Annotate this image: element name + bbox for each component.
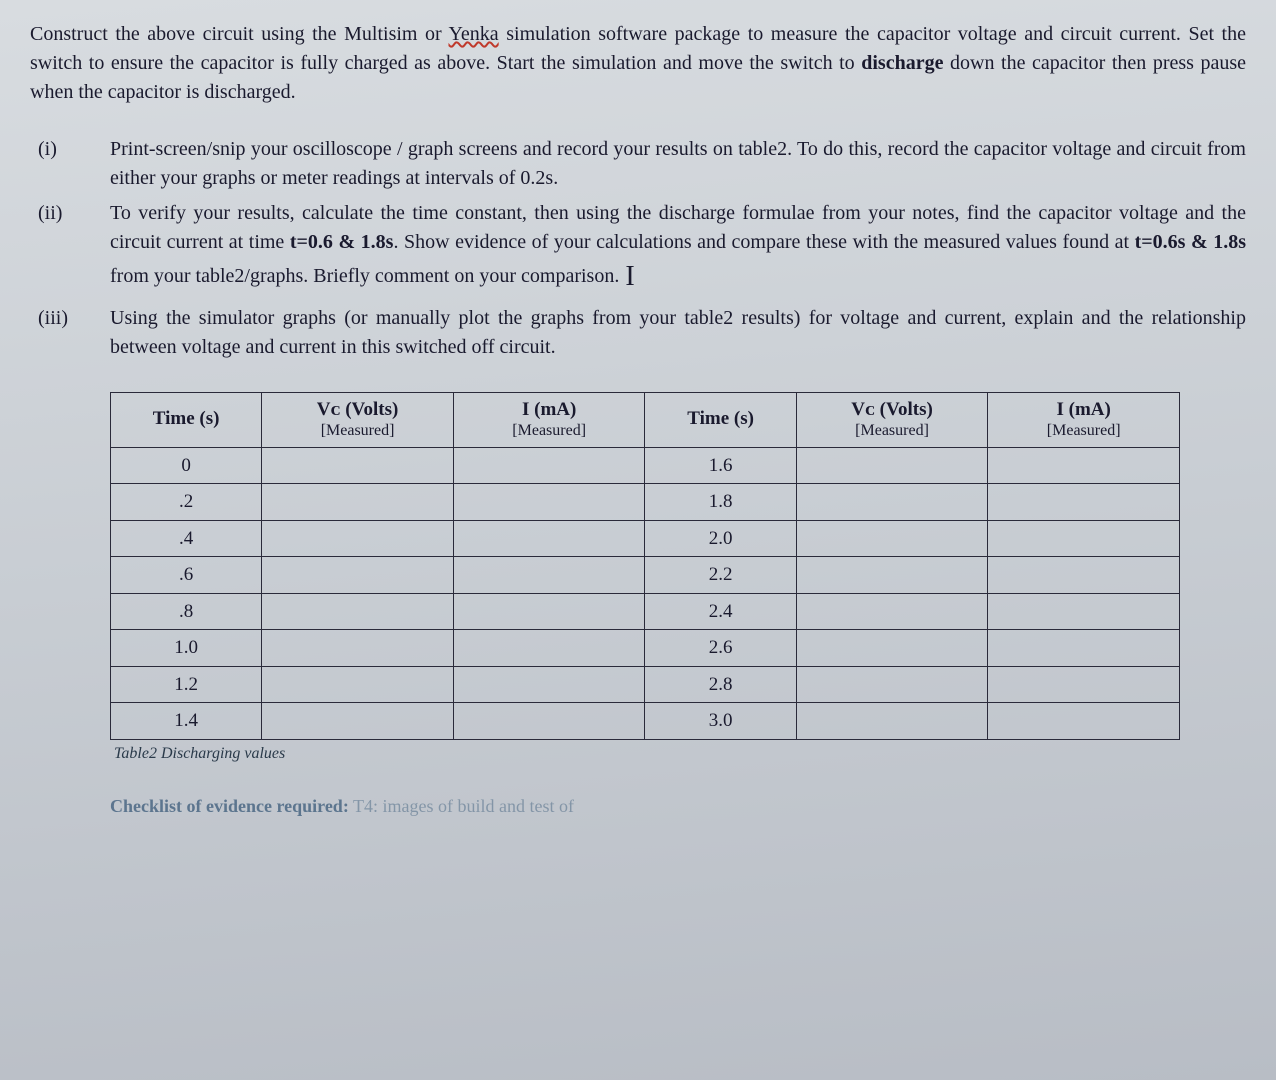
yenka-keyword: Yenka (448, 23, 498, 45)
cell-time: 1.6 (645, 447, 796, 484)
table-caption: Table2 Discharging values (114, 742, 1246, 765)
cell-i (988, 703, 1180, 740)
table-row: 1.4 3.0 (111, 703, 1180, 740)
text-cursor-icon: I (625, 257, 634, 298)
cell-i (453, 630, 645, 667)
cell-time: 0 (111, 447, 262, 484)
cell-time: 1.0 (111, 630, 262, 667)
cell-i (988, 520, 1180, 557)
list-content: Print-screen/snip your oscilloscope / gr… (110, 135, 1246, 193)
cell-vc (262, 593, 454, 630)
cell-i (988, 593, 1180, 630)
cell-i (453, 666, 645, 703)
list-marker: (i) (38, 135, 110, 193)
cell-vc (262, 557, 454, 594)
discharging-table: Time (s) Vᴄ (Volts)[Measured] I (mA)[Mea… (110, 392, 1180, 740)
bold-time-2: t=0.6s & 1.8s (1135, 231, 1246, 253)
cell-vc (796, 484, 988, 521)
cell-time: .8 (111, 593, 262, 630)
cell-i (453, 447, 645, 484)
cell-i (453, 593, 645, 630)
list-item-ii: (ii) To verify your results, calculate t… (38, 199, 1246, 298)
cell-time: 1.8 (645, 484, 796, 521)
cell-time: .4 (111, 520, 262, 557)
table-row: 1.0 2.6 (111, 630, 1180, 667)
cell-time: 2.6 (645, 630, 796, 667)
cell-vc (262, 703, 454, 740)
cell-vc (262, 630, 454, 667)
cell-vc (796, 703, 988, 740)
th-time-right: Time (s) (645, 392, 796, 447)
list-content: Using the simulator graphs (or manually … (110, 304, 1246, 362)
list-marker: (ii) (38, 199, 110, 298)
cell-time: .6 (111, 557, 262, 594)
intro-pre: Construct the above circuit using the Mu… (30, 23, 448, 45)
cell-vc (796, 447, 988, 484)
th-vc-left: Vᴄ (Volts)[Measured] (262, 392, 454, 447)
cell-vc (796, 630, 988, 667)
cell-time: 1.2 (111, 666, 262, 703)
checklist-faded: T4: images of build and test of (349, 796, 574, 816)
cell-i (988, 447, 1180, 484)
table-row: .6 2.2 (111, 557, 1180, 594)
list-content: To verify your results, calculate the ti… (110, 199, 1246, 298)
cell-i (453, 557, 645, 594)
table-row: .2 1.8 (111, 484, 1180, 521)
table-wrapper: Time (s) Vᴄ (Volts)[Measured] I (mA)[Mea… (110, 392, 1246, 766)
cell-time: 2.4 (645, 593, 796, 630)
table-row: .8 2.4 (111, 593, 1180, 630)
discharge-keyword: discharge (861, 52, 943, 74)
cell-vc (262, 520, 454, 557)
cell-vc (262, 666, 454, 703)
list-item-iii: (iii) Using the simulator graphs (or man… (38, 304, 1246, 362)
cell-i (988, 630, 1180, 667)
cell-vc (262, 447, 454, 484)
cell-time: 2.0 (645, 520, 796, 557)
table-row: .4 2.0 (111, 520, 1180, 557)
intro-paragraph: Construct the above circuit using the Mu… (30, 20, 1246, 107)
cell-time: 1.4 (111, 703, 262, 740)
th-vc-right: Vᴄ (Volts)[Measured] (796, 392, 988, 447)
cell-i (988, 557, 1180, 594)
cell-vc (796, 557, 988, 594)
list-marker: (iii) (38, 304, 110, 362)
cell-i (988, 666, 1180, 703)
cell-i (988, 484, 1180, 521)
checklist-line: Checklist of evidence required: T4: imag… (110, 793, 1246, 819)
table-row: 1.2 2.8 (111, 666, 1180, 703)
th-time-left: Time (s) (111, 392, 262, 447)
list-item-i: (i) Print-screen/snip your oscilloscope … (38, 135, 1246, 193)
cell-i (453, 703, 645, 740)
cell-vc (796, 520, 988, 557)
cell-i (453, 484, 645, 521)
cell-time: .2 (111, 484, 262, 521)
cell-i (453, 520, 645, 557)
checklist-label: Checklist of evidence required: (110, 796, 349, 816)
cell-time: 2.2 (645, 557, 796, 594)
th-i-right: I (mA)[Measured] (988, 392, 1180, 447)
table-header-row: Time (s) Vᴄ (Volts)[Measured] I (mA)[Mea… (111, 392, 1180, 447)
cell-vc (262, 484, 454, 521)
cell-vc (796, 593, 988, 630)
cell-time: 2.8 (645, 666, 796, 703)
table-row: 01.6 (111, 447, 1180, 484)
bold-time-1: t=0.6 & 1.8s (290, 231, 394, 253)
cell-vc (796, 666, 988, 703)
th-i-left: I (mA)[Measured] (453, 392, 645, 447)
task-list: (i) Print-screen/snip your oscilloscope … (38, 135, 1246, 362)
cell-time: 3.0 (645, 703, 796, 740)
